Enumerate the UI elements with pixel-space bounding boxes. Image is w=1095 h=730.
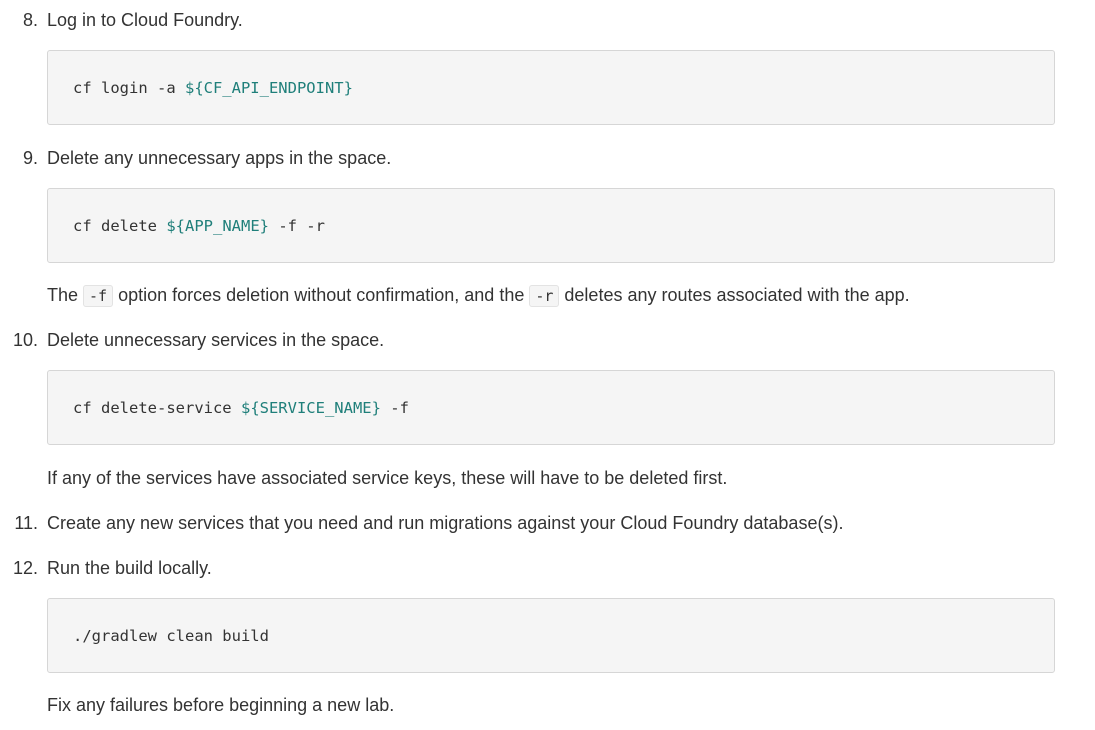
code-block-cf-login[interactable]: cf login -a ${CF_API_ENDPOINT} [47,50,1055,125]
step-10-note: If any of the services have associated s… [47,468,728,488]
note-text: The [47,285,84,305]
inline-code-f-option: -f [83,285,114,307]
list-item-step-8: 8. Log in to Cloud Foundry. [0,6,1095,34]
step-number: 9. [22,148,38,168]
code-variable: ${SERVICE_NAME} [240,399,381,417]
step-number: 10. [12,330,38,350]
code-command: ./gradlew clean build [73,627,269,645]
code-line: cf delete-service ${SERVICE_NAME} -f [73,371,409,446]
code-suffix: -f [380,399,409,417]
code-block-cf-delete-service[interactable]: cf delete-service ${SERVICE_NAME} -f [47,370,1055,445]
note-text: option forces deletion without confirmat… [113,285,530,305]
step-9-note: The -f option forces deletion without co… [47,281,910,310]
code-variable: ${CF_API_ENDPOINT} [184,79,353,97]
list-item-step-10: 10. Delete unnecessary services in the s… [0,326,1095,354]
step-text: Delete unnecessary services in the space… [47,330,385,350]
inline-code-r-option: -r [529,285,560,307]
note-text: deletes any routes associated with the a… [559,285,910,305]
step-text: Log in to Cloud Foundry. [47,10,243,30]
code-command: cf delete [73,217,167,235]
list-item-step-9: 9. Delete any unnecessary apps in the sp… [0,144,1095,172]
code-command: cf delete-service [73,399,241,417]
step-text: Create any new services that you need an… [47,513,844,533]
step-number: 8. [22,10,38,30]
step-number: 12. [12,558,38,578]
code-line: ./gradlew clean build [73,599,269,674]
code-variable: ${APP_NAME} [166,217,269,235]
step-text: Run the build locally. [47,558,212,578]
code-line: cf delete ${APP_NAME} -f -r [73,189,325,264]
code-block-cf-delete[interactable]: cf delete ${APP_NAME} -f -r [47,188,1055,263]
step-number: 11. [14,513,38,533]
code-line: cf login -a ${CF_API_ENDPOINT} [73,51,353,126]
list-item-step-12: 12. Run the build locally. [0,554,1095,582]
list-item-step-11: 11. Create any new services that you nee… [0,509,1095,537]
step-12-note: Fix any failures before beginning a new … [47,695,395,715]
code-command: cf login -a [73,79,185,97]
code-suffix: -f -r [268,217,325,235]
step-text: Delete any unnecessary apps in the space… [47,148,392,168]
code-block-gradlew-build[interactable]: ./gradlew clean build [47,598,1055,673]
